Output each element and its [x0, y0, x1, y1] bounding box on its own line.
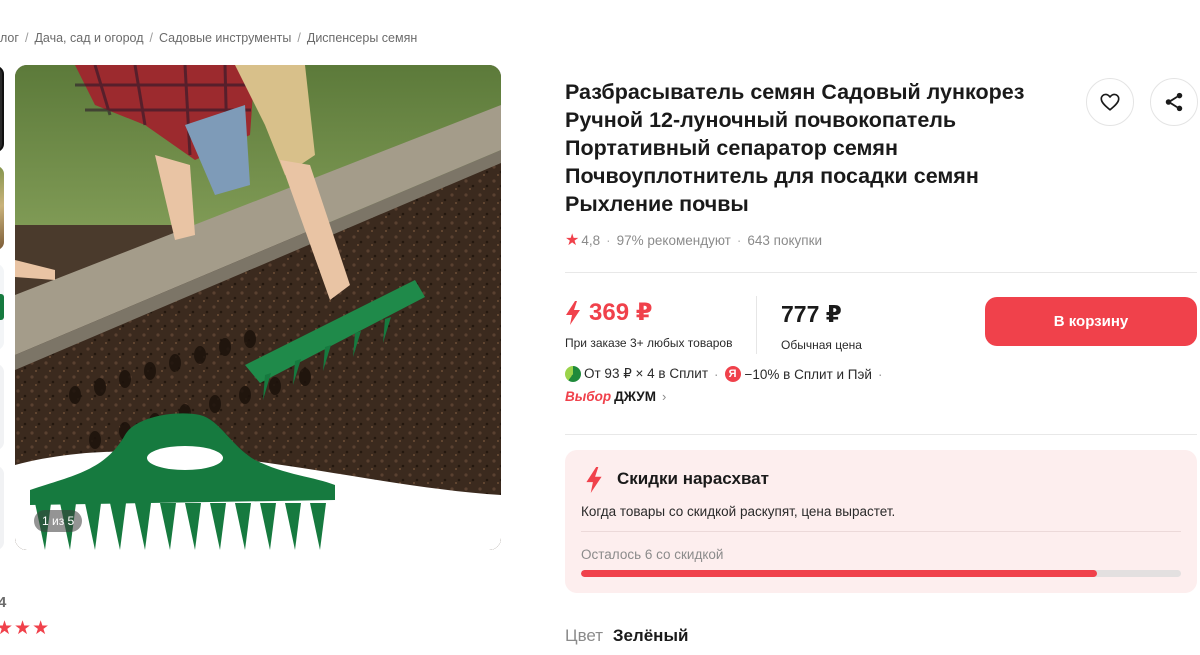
hot-deal-text: Когда товары со скидкой раскупят, цена в… [581, 504, 896, 519]
add-to-cart-button[interactable]: В корзину [985, 297, 1197, 346]
gallery-counter: 1 из 5 [34, 510, 83, 532]
promo-price-value: 369 ₽ [589, 299, 653, 326]
promo-price-note: При заказе 3+ любых товаров [565, 336, 733, 350]
gallery-thumbnail-1[interactable] [0, 66, 4, 152]
payment-separator: · [714, 366, 719, 382]
color-label: Цвет [565, 626, 604, 645]
share-icon [1165, 92, 1183, 112]
chevron-right-icon: › [661, 389, 667, 404]
product-meta: ★ 4,8 · 97% рекомендуют · 643 покупки [565, 230, 822, 250]
gallery-thumbnail-2[interactable] [0, 166, 4, 250]
remaining-count: Осталось 6 со скидкой [581, 547, 724, 562]
payment-separator: · [877, 366, 883, 382]
breadcrumb-separator: / [24, 31, 29, 45]
remaining-progress-fill [581, 570, 1097, 577]
regular-price-value: 777 ₽ [781, 301, 842, 327]
breadcrumb-item[interactable]: Садовые инструменты [159, 31, 291, 45]
heart-icon [1100, 93, 1120, 111]
divider [565, 434, 1197, 435]
lightning-icon [586, 467, 602, 493]
favorite-button[interactable] [1086, 78, 1134, 126]
rating-value-left: 4 [0, 594, 7, 611]
hot-deal-banner: Скидки нарасхват Когда товары со скидкой… [565, 450, 1197, 593]
choice-label: ДЖУМ [614, 389, 656, 404]
purchases-count: 643 покупки [747, 232, 823, 248]
choice-badge[interactable]: Выбор ДЖУМ › [565, 389, 666, 404]
gallery-thumbnail-5[interactable] [0, 466, 4, 550]
breadcrumb-separator: / [297, 31, 301, 45]
lightning-icon [566, 300, 580, 325]
color-value: Зелёный [612, 626, 689, 645]
hot-deal-title: Скидки нарасхват [617, 469, 769, 488]
meta-separator: · [606, 232, 611, 248]
yandex-icon: Я [724, 366, 741, 382]
recommend-text: 97% рекомендуют [616, 232, 731, 248]
split-icon [565, 366, 581, 382]
meta-separator: · [736, 232, 742, 248]
breadcrumb: лог / Дача, сад и огород / Садовые инструмен… [0, 31, 417, 45]
breadcrumb-item[interactable]: Дача, сад и огород [34, 31, 143, 45]
split-text[interactable]: От 93 ₽ × 4 в Сплит [584, 366, 708, 382]
remaining-progress-bar [581, 570, 1181, 577]
choice-label-accent: Выбор [565, 389, 612, 404]
share-button[interactable] [1150, 78, 1198, 126]
payment-options: От 93 ₽ × 4 в Сплит · Я −10% в Сплит и П… [565, 366, 888, 382]
gallery-thumbnail-3[interactable] [0, 264, 4, 350]
price-divider [756, 296, 757, 354]
divider [565, 272, 1197, 273]
pay-discount-text[interactable]: −10% в Сплит и Пэй [745, 367, 872, 382]
product-main-image[interactable] [15, 65, 501, 550]
color-selector-label: Цвет Зелёный [565, 626, 688, 646]
gallery-thumbnail-4[interactable] [0, 364, 4, 450]
breadcrumb-separator: / [149, 31, 154, 45]
product-photo [15, 65, 501, 550]
breadcrumb-item[interactable]: лог [0, 31, 19, 45]
regular-price-note: Обычная цена [781, 338, 862, 352]
divider [581, 531, 1181, 532]
rating-stars-left: ★★★ [0, 618, 51, 639]
star-icon: ★ [565, 232, 580, 249]
product-title: Разбрасыватель семян Садовый лункорез Ру… [565, 80, 1025, 216]
promo-price: 369 ₽ [565, 298, 652, 327]
rating-value[interactable]: 4,8 [581, 233, 600, 248]
breadcrumb-item[interactable]: Диспенсеры семян [307, 31, 417, 45]
